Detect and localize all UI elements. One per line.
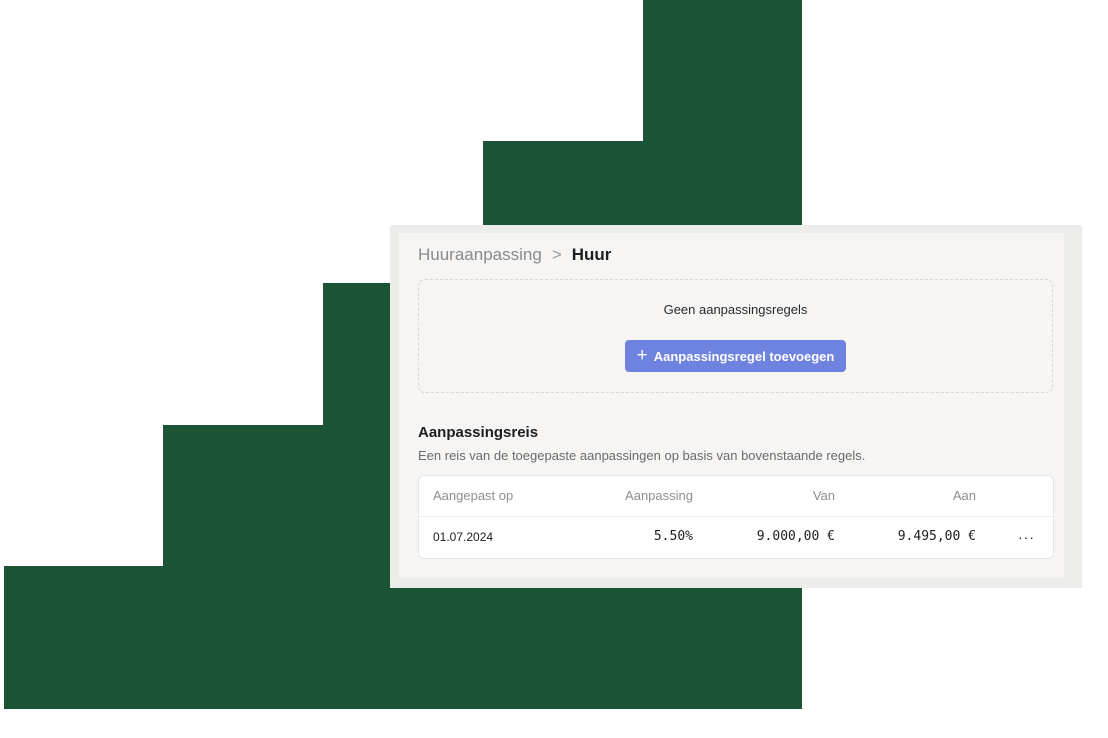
more-horizontal-icon[interactable]: ···: [1018, 517, 1035, 557]
add-rule-button[interactable]: + Aanpassingsregel toevoegen: [625, 340, 846, 372]
column-header-date: Aangepast op: [433, 488, 514, 503]
cell-from: 9.000,00 €: [756, 529, 835, 544]
cell-adjustment: 5.50%: [653, 529, 693, 544]
section-title: Aanpassingsreis: [418, 424, 539, 441]
column-header-from: Van: [812, 488, 835, 503]
add-rule-button-label: Aanpassingsregel toevoegen: [653, 348, 835, 364]
breadcrumb-current: Huur: [571, 245, 612, 264]
breadcrumb-parent-link[interactable]: Huuraanpassing: [418, 245, 542, 265]
breadcrumb: Huuraanpassing > Huur: [418, 245, 611, 265]
column-header-to: Aan: [952, 488, 976, 503]
empty-state-text: Geen aanpassingsregels: [663, 302, 808, 317]
content-panel: Huuraanpassing > Huur Geen aanpassingsre…: [399, 233, 1064, 578]
screenshot-frame: Huuraanpassing > Huur Geen aanpassingsre…: [390, 225, 1082, 588]
cell-date: 01.07.2024: [433, 530, 494, 544]
rules-empty-state: Geen aanpassingsregels + Aanpassingsrege…: [418, 279, 1053, 393]
section-subtitle: Een reis van de toegepaste aanpassingen …: [418, 448, 866, 463]
plus-icon: +: [636, 344, 648, 366]
cell-to: 9.495,00 €: [897, 529, 976, 544]
adjustment-table: Aangepast op Aanpassing Van Aan 01.07.20…: [418, 475, 1054, 559]
table-row: 01.07.2024 5.50% 9.000,00 € 9.495,00 € ·…: [419, 517, 1053, 557]
chevron-right-icon: >: [551, 245, 562, 264]
column-header-adjustment: Aanpassing: [625, 488, 693, 503]
table-header: Aangepast op Aanpassing Van Aan: [419, 476, 1053, 517]
background-shape: [643, 0, 802, 146]
